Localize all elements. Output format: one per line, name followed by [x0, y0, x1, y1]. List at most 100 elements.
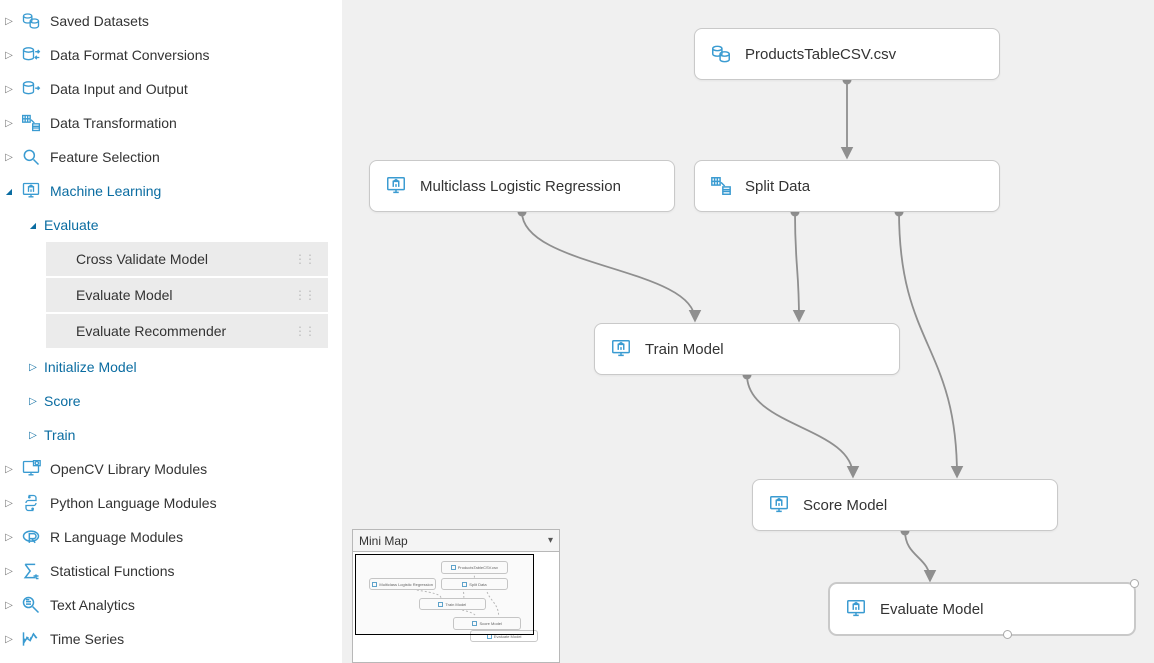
tree-category[interactable]: ▷ Train — [0, 418, 342, 452]
tree-category[interactable]: ▷ Statistical Functions — [0, 554, 342, 588]
module-leaf[interactable]: Evaluate Model ⋮⋮ — [46, 278, 328, 314]
opencv-icon — [20, 458, 42, 480]
tree-item-label: Time Series — [50, 631, 124, 647]
chevron-down-icon[interactable]: ◢ — [26, 218, 40, 232]
canvas-node-train[interactable]: Train Model — [594, 323, 900, 375]
mini-map-title: Mini Map — [359, 534, 408, 548]
transform-icon — [20, 112, 42, 134]
edge-split-train[interactable] — [795, 212, 799, 320]
chevron-right-icon[interactable]: ▷ — [2, 150, 16, 164]
tree-category[interactable]: ▷ Saved Datasets — [0, 4, 342, 38]
drag-grip-icon[interactable]: ⋮⋮ — [294, 324, 320, 338]
module-leaf[interactable]: Cross Validate Model ⋮⋮ — [46, 242, 328, 278]
chevron-right-icon[interactable]: ▷ — [2, 48, 16, 62]
tree-item-label: Initialize Model — [44, 359, 137, 375]
tree-item-label: R Language Modules — [50, 529, 183, 545]
canvas-node-label: Evaluate Model — [880, 601, 983, 618]
ml-icon — [384, 174, 408, 198]
edge-split-score[interactable] — [899, 212, 957, 476]
edge-algo-train[interactable] — [522, 212, 695, 320]
canvas-node-algo[interactable]: Multiclass Logistic Regression — [369, 160, 675, 212]
transform-icon — [709, 174, 733, 198]
tree-item-label: Cross Validate Model — [76, 251, 208, 267]
db-icon — [709, 42, 733, 66]
tree-category[interactable]: ◢ Machine Learning — [0, 174, 342, 208]
chevron-right-icon[interactable]: ▷ — [2, 116, 16, 130]
canvas-node-dataset[interactable]: ProductsTableCSV.csv — [694, 28, 1000, 80]
canvas-node-label: ProductsTableCSV.csv — [745, 46, 896, 63]
mini-map-body[interactable]: ProductsTableCSV.csvMulticlass Logistic … — [353, 552, 559, 662]
chevron-right-icon[interactable]: ▷ — [26, 428, 40, 442]
tree-category[interactable]: ▷ Data Input and Output — [0, 72, 342, 106]
db-arrows-icon — [20, 44, 42, 66]
selection-handle[interactable] — [1130, 579, 1139, 588]
module-leaf[interactable]: Evaluate Recommender ⋮⋮ — [46, 314, 328, 350]
db-io-icon — [20, 78, 42, 100]
ml-icon — [609, 337, 633, 361]
tree-item-label: Evaluate — [44, 217, 98, 233]
tree-category[interactable]: ▷ Data Transformation — [0, 106, 342, 140]
tree-item-label: Statistical Functions — [50, 563, 175, 579]
tree-item-label: Python Language Modules — [50, 495, 217, 511]
tree-category[interactable]: ▷ Initialize Model — [0, 350, 342, 384]
chevron-right-icon[interactable]: ▷ — [2, 564, 16, 578]
tree-item-label: Data Input and Output — [50, 81, 188, 97]
tree-item-label: Train — [44, 427, 75, 443]
tree-category[interactable]: ▷ Feature Selection — [0, 140, 342, 174]
tree-item-label: Data Format Conversions — [50, 47, 210, 63]
ml-icon — [844, 597, 868, 621]
tree-category[interactable]: ▷ OpenCV Library Modules — [0, 452, 342, 486]
tree-category[interactable]: ▷ Python Language Modules — [0, 486, 342, 520]
mini-map-viewport[interactable] — [355, 554, 534, 635]
tree-item-label: Text Analytics — [50, 597, 135, 613]
chevron-right-icon[interactable]: ▷ — [2, 496, 16, 510]
chevron-right-icon[interactable]: ▷ — [2, 632, 16, 646]
canvas-node-label: Split Data — [745, 178, 810, 195]
tree-item-label: Machine Learning — [50, 183, 161, 199]
tree-item-label: Data Transformation — [50, 115, 177, 131]
tree-category[interactable]: ▷ R Language Modules — [0, 520, 342, 554]
module-tree-sidebar[interactable]: ▷Saved Datasets▷Data Format Conversions▷… — [0, 0, 342, 663]
magnify-icon — [20, 146, 42, 168]
drag-grip-icon[interactable]: ⋮⋮ — [294, 252, 320, 266]
canvas-node-evaluate[interactable]: Evaluate Model — [829, 583, 1135, 635]
tree-category[interactable]: ▷ Time Series — [0, 622, 342, 656]
experiment-canvas[interactable]: ProductsTableCSV.csv Multiclass Logistic … — [342, 0, 1154, 663]
ml-icon — [20, 180, 42, 202]
mini-map-panel[interactable]: Mini Map ▾ ProductsTableCSV.csvMulticlas… — [352, 529, 560, 663]
db-icon — [20, 10, 42, 32]
chevron-right-icon[interactable]: ▷ — [26, 394, 40, 408]
chevron-right-icon[interactable]: ▷ — [2, 462, 16, 476]
chevron-right-icon[interactable]: ▷ — [2, 82, 16, 96]
canvas-node-label: Multiclass Logistic Regression — [420, 178, 621, 195]
sigma-icon — [20, 560, 42, 582]
chevron-right-icon[interactable]: ▷ — [2, 530, 16, 544]
drag-grip-icon[interactable]: ⋮⋮ — [294, 288, 320, 302]
canvas-node-label: Train Model — [645, 341, 724, 358]
tree-item-label: Score — [44, 393, 81, 409]
r-icon — [20, 526, 42, 548]
chevron-down-icon[interactable]: ▾ — [548, 535, 553, 546]
tree-category[interactable]: ◢ Evaluate — [0, 208, 342, 242]
tree-item-label: Feature Selection — [50, 149, 160, 165]
edge-score-evaluate[interactable] — [905, 531, 930, 580]
chevron-down-icon[interactable]: ◢ — [2, 184, 16, 198]
edge-train-score[interactable] — [747, 375, 853, 476]
chevron-right-icon[interactable]: ▷ — [2, 14, 16, 28]
tree-item-label: Evaluate Model — [76, 287, 173, 303]
timeseries-icon — [20, 628, 42, 650]
python-icon — [20, 492, 42, 514]
ml-icon — [767, 493, 791, 517]
tree-item-label: OpenCV Library Modules — [50, 461, 207, 477]
tree-category[interactable]: ▷ Text Analytics — [0, 588, 342, 622]
tree-category[interactable]: ▷ Data Format Conversions — [0, 38, 342, 72]
canvas-node-split[interactable]: Split Data — [694, 160, 1000, 212]
chevron-right-icon[interactable]: ▷ — [26, 360, 40, 374]
canvas-node-label: Score Model — [803, 497, 887, 514]
tree-item-label: Evaluate Recommender — [76, 323, 226, 339]
mini-map-header[interactable]: Mini Map ▾ — [353, 530, 559, 552]
tree-category[interactable]: ▷ Score — [0, 384, 342, 418]
tree-item-label: Saved Datasets — [50, 13, 149, 29]
canvas-node-score[interactable]: Score Model — [752, 479, 1058, 531]
chevron-right-icon[interactable]: ▷ — [2, 598, 16, 612]
